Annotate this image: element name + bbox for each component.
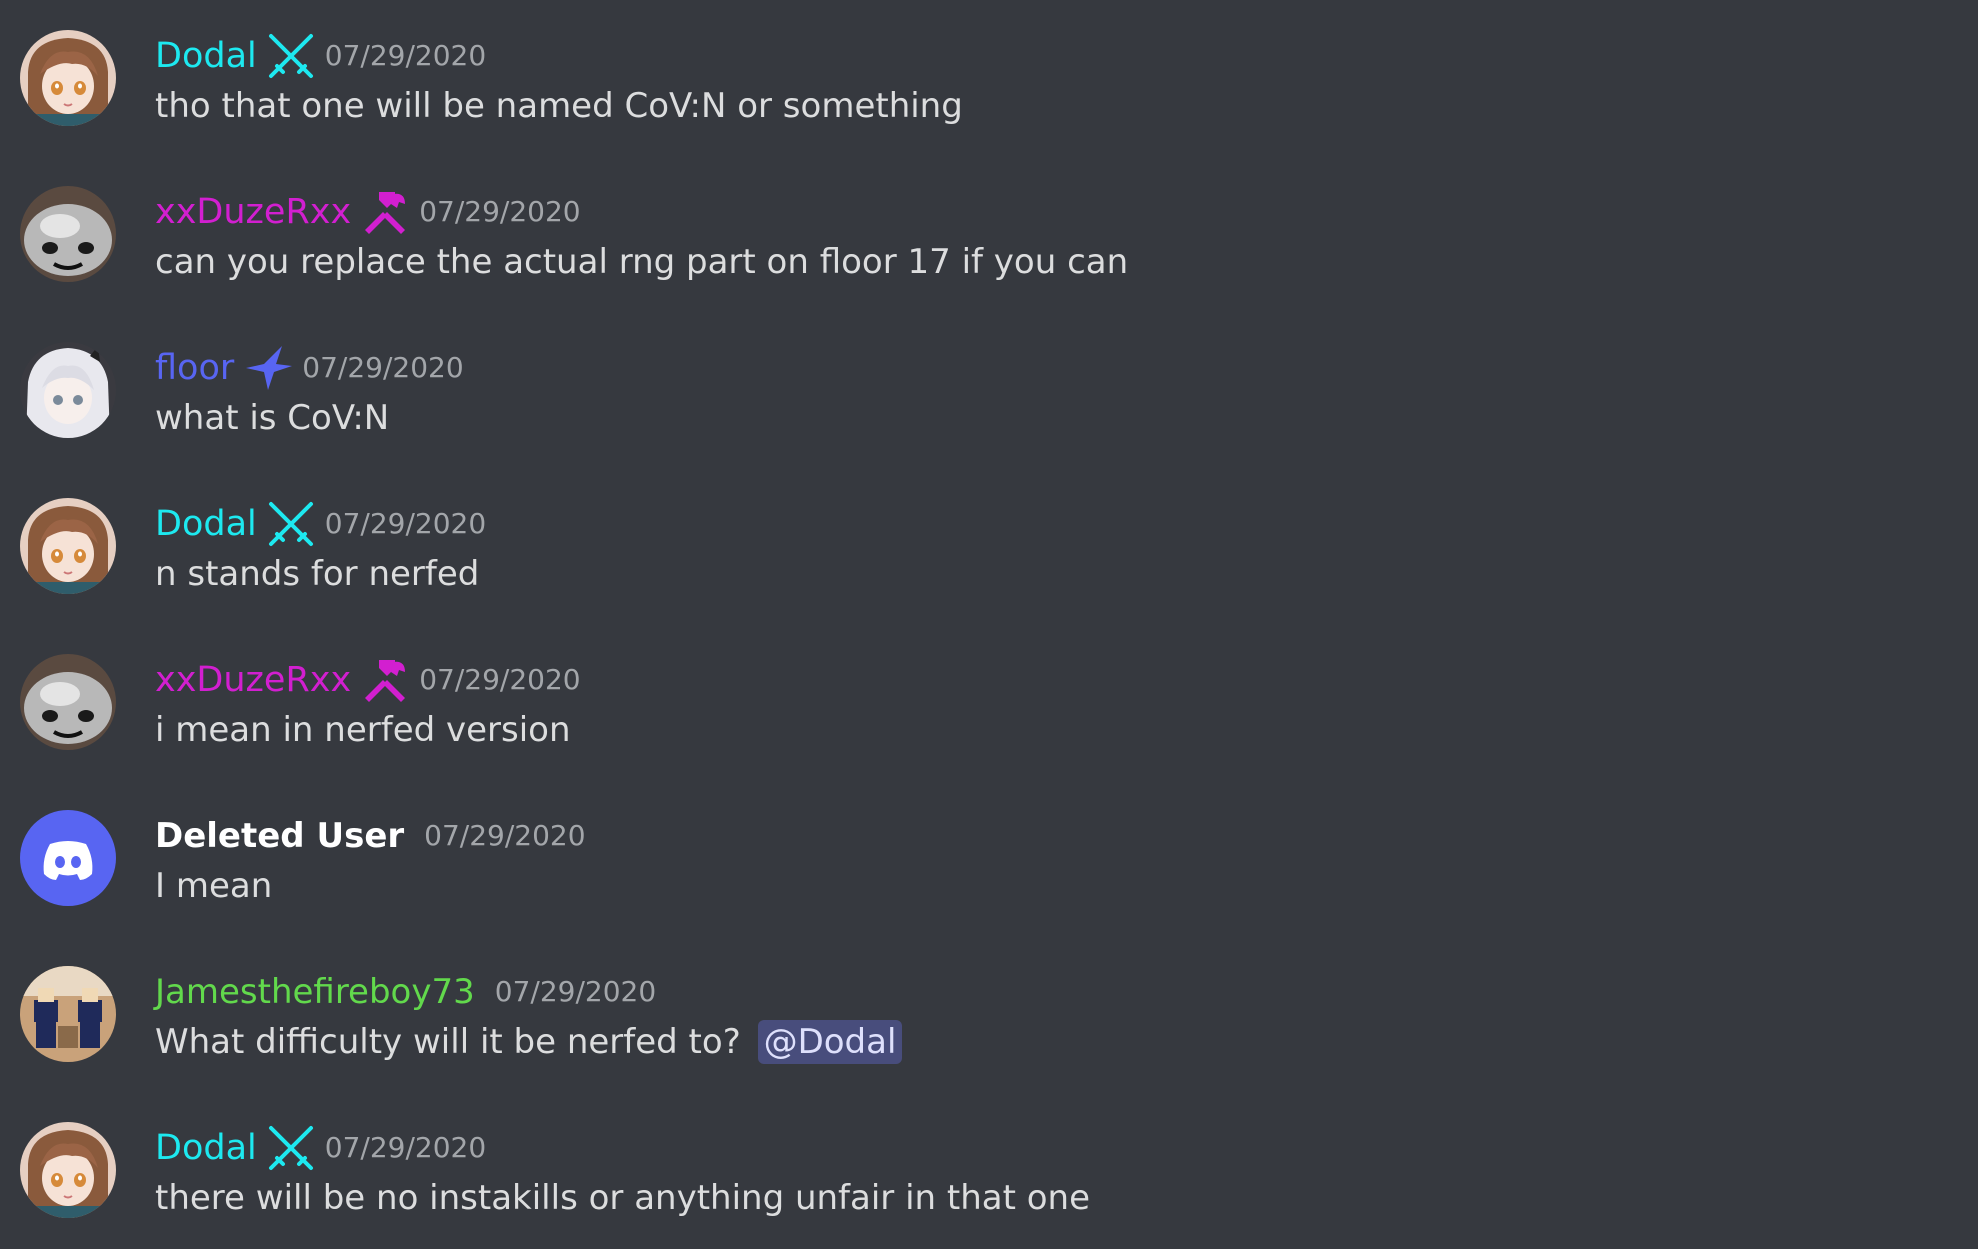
crossed-swords-icon[interactable] (265, 30, 317, 82)
chat-messages: Dodal 07/29/2020 tho that one will be na… (0, 0, 1978, 1249)
message: xxDuzeRxx 07/29/2020 can you replace the… (0, 156, 1978, 306)
avatar-roblox-characters[interactable] (20, 966, 116, 1062)
hammer-wrench-icon[interactable] (359, 654, 411, 706)
timestamp: 07/29/2020 (419, 195, 581, 228)
message-text: n stands for nerfed (155, 554, 480, 594)
avatar-gray-blob[interactable] (20, 654, 116, 750)
timestamp: 07/29/2020 (324, 39, 487, 72)
message-header: xxDuzeRxx 07/29/2020 (155, 182, 581, 242)
crossed-swords-icon[interactable] (265, 1122, 317, 1174)
message-text: I mean (155, 866, 273, 906)
message-header: Dodal 07/29/2020 (155, 494, 486, 554)
message-text: What difficulty will it be nerfed to? @D… (155, 1018, 903, 1066)
message-text: what is CoV:N (155, 398, 390, 438)
avatar-anime-girl-brown-hair[interactable] (20, 1122, 116, 1218)
hammer-wrench-icon[interactable] (359, 186, 411, 238)
message: Dodal 07/29/2020 tho that one will be na… (0, 0, 1978, 150)
username[interactable]: Jamesthefireboy73 (155, 968, 475, 1016)
timestamp: 07/29/2020 (324, 507, 487, 540)
avatar-discord-default[interactable] (20, 810, 116, 906)
username[interactable]: xxDuzeRxx (155, 188, 351, 236)
avatar-anime-girl-white-hair[interactable] (20, 342, 116, 438)
timestamp: 07/29/2020 (419, 663, 581, 696)
message-header: Dodal 07/29/2020 (155, 26, 486, 86)
message-text: tho that one will be named CoV:N or some… (155, 86, 963, 126)
username[interactable]: xxDuzeRxx (155, 656, 351, 704)
username[interactable]: Dodal (155, 32, 257, 80)
avatar-anime-girl-brown-hair[interactable] (20, 498, 116, 594)
timestamp: 07/29/2020 (424, 819, 586, 852)
avatar-anime-girl-brown-hair[interactable] (20, 30, 116, 126)
crossed-swords-icon[interactable] (265, 498, 317, 550)
message-text: there will be no instakills or anything … (155, 1178, 1091, 1218)
username[interactable]: Dodal (155, 500, 257, 548)
timestamp: 07/29/2020 (324, 1131, 487, 1164)
username[interactable]: Deleted User (155, 812, 404, 860)
message-header: xxDuzeRxx 07/29/2020 (155, 650, 581, 710)
message: Dodal 07/29/2020 there will be no instak… (0, 1092, 1978, 1242)
message: Deleted User 07/29/2020 I mean (0, 780, 1978, 930)
message-header: Deleted User 07/29/2020 (155, 806, 586, 866)
user-mention[interactable]: @Dodal (757, 1020, 903, 1064)
message-text: i mean in nerfed version (155, 710, 571, 750)
username[interactable]: Dodal (155, 1124, 257, 1172)
message-body: What difficulty will it be nerfed to? (155, 1022, 741, 1062)
message: floor 07/29/2020 what is CoV:N (0, 312, 1978, 462)
message-header: floor 07/29/2020 (155, 338, 464, 398)
message: Dodal 07/29/2020 n stands for nerfed (0, 468, 1978, 618)
message: xxDuzeRxx 07/29/2020 i mean in nerfed ve… (0, 624, 1978, 774)
avatar-gray-blob[interactable] (20, 186, 116, 282)
username[interactable]: floor (155, 344, 234, 392)
timestamp: 07/29/2020 (302, 351, 464, 384)
message-header: Jamesthefireboy73 07/29/2020 (155, 962, 656, 1022)
message-text: can you replace the actual rng part on f… (155, 242, 1129, 282)
timestamp: 07/29/2020 (494, 975, 657, 1008)
sparkle-star-icon[interactable] (242, 342, 294, 394)
message-header: Dodal 07/29/2020 (155, 1118, 486, 1178)
message: Jamesthefireboy73 07/29/2020 What diffic… (0, 936, 1978, 1086)
